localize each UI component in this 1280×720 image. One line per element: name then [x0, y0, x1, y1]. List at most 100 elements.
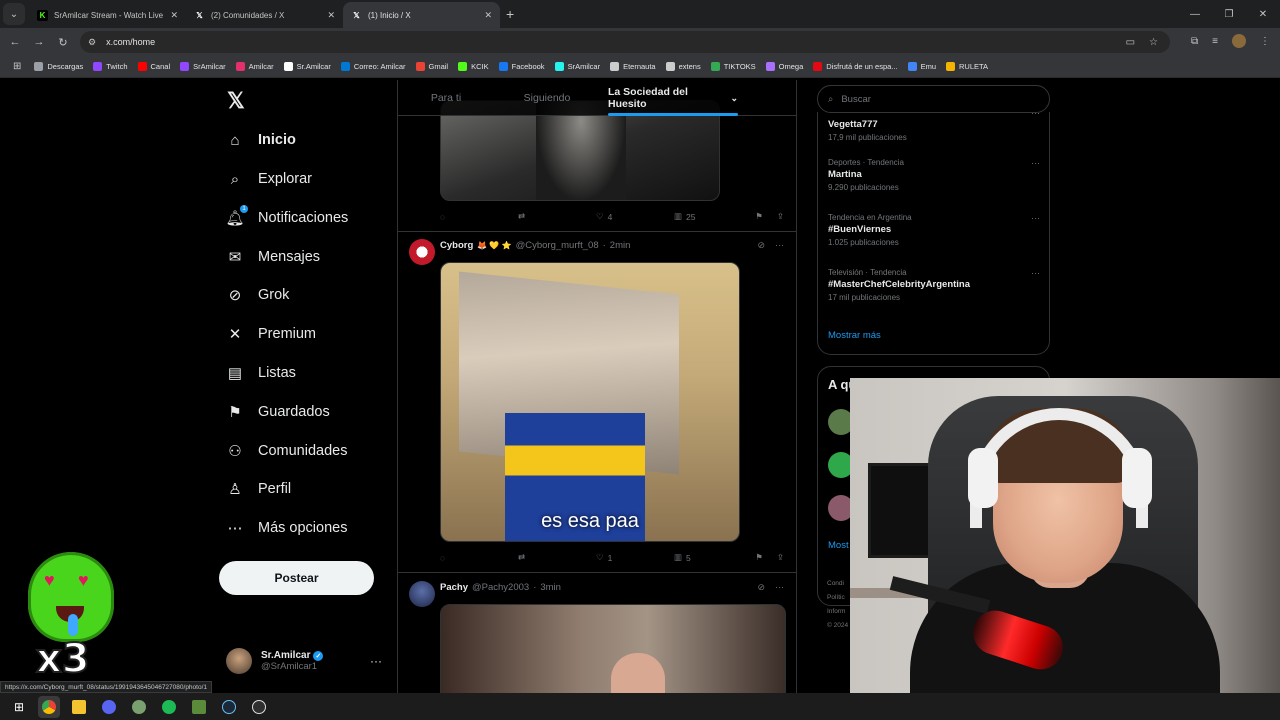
show-more-link[interactable]: Mostrar más [828, 330, 881, 341]
footer-link[interactable]: Condi [827, 577, 848, 591]
chrome-taskbar-icon[interactable] [38, 695, 60, 718]
tab-siguiendo[interactable]: Siguiendo [494, 80, 600, 116]
nav-item-explorar[interactable]: ⌕ Explorar [226, 167, 312, 191]
trend-more-icon[interactable]: ··· [1031, 268, 1040, 278]
tweet-image[interactable]: es esa paa [440, 262, 740, 542]
tweet-handle[interactable]: @Cyborg_murft_08 [516, 240, 599, 251]
browser-menu-icon[interactable]: ⋮ [1260, 36, 1270, 47]
tweet-handle[interactable]: @Pachy2003 [472, 582, 529, 593]
footer-link[interactable]: Polític [827, 591, 848, 605]
bookmark-item[interactable]: Eternauta [605, 62, 661, 71]
bookmark-item[interactable]: Sr.Amilcar [279, 62, 336, 71]
bookmark-item[interactable]: Canal [133, 62, 176, 71]
nav-item-inicio[interactable]: ⌂ Inicio [226, 128, 295, 152]
reply-button[interactable]: ◌ [440, 553, 518, 563]
like-button[interactable]: ♡ 1 [596, 552, 674, 563]
bookmark-item[interactable]: Gmail [411, 62, 454, 71]
like-button[interactable]: ♡ 4 [596, 211, 674, 222]
browser-tab[interactable]: 𝕏 (2) Comunidades / X ✕ [186, 2, 343, 28]
who-show-more-link[interactable]: Most [828, 540, 849, 551]
grok-icon[interactable]: ⊘ [757, 240, 765, 251]
windows-start-icon[interactable]: ⊞ [8, 696, 30, 718]
trend-item[interactable]: Deportes · Tendencia Martina 9.290 publi… [828, 158, 1040, 192]
bookmark-star-icon[interactable]: ☆ [1149, 37, 1158, 48]
bookmark-item[interactable]: SrAmilcar [175, 62, 231, 71]
grok-icon[interactable]: ⊘ [757, 582, 765, 593]
trend-item[interactable]: Tendencia en Argentina #BuenViernes 1.02… [828, 213, 1040, 247]
tweet-avatar[interactable] [409, 239, 435, 265]
bookmark-item[interactable]: extens [661, 62, 706, 71]
media-control-icon[interactable]: ≡ [1212, 36, 1218, 47]
post-button[interactable]: Postear [219, 561, 374, 595]
x-logo-icon[interactable]: 𝕏 [227, 88, 245, 114]
steam-taskbar-icon[interactable] [218, 696, 240, 718]
nav-item-mas-opciones[interactable]: ⋯ Más opciones [226, 516, 348, 540]
profile-avatar[interactable] [1232, 34, 1246, 48]
tweet-author[interactable]: Cyborg [440, 240, 473, 251]
nav-item-mensajes[interactable]: ✉ Mensajes [226, 245, 320, 269]
url-bar[interactable]: ⚙ x.com/home ▭ ☆ [80, 31, 1170, 53]
close-tab-icon[interactable]: ✕ [170, 10, 178, 21]
obs-taskbar-icon[interactable] [248, 696, 270, 718]
more-icon[interactable]: ··· [775, 582, 784, 593]
tweet-time[interactable]: 3min [540, 582, 561, 593]
share-icon[interactable]: ⇪ [777, 211, 784, 222]
nav-item-comunidades[interactable]: ⚇ Comunidades [226, 439, 347, 463]
bookmark-icon[interactable]: ⚑ [755, 211, 763, 222]
more-icon[interactable]: ··· [775, 240, 784, 251]
close-tab-icon[interactable]: ✕ [484, 10, 492, 21]
site-info-icon[interactable]: ⚙ [88, 37, 96, 48]
tab-para-ti[interactable]: Para ti [398, 80, 494, 116]
bookmark-item[interactable]: Correo: Amilcar [336, 62, 411, 71]
bookmark-item[interactable]: Amilcar [231, 62, 279, 71]
trend-more-icon[interactable]: ··· [1031, 158, 1040, 168]
nav-item-perfil[interactable]: ♙ Perfil [226, 477, 291, 501]
forward-button[interactable]: → [27, 36, 51, 48]
repost-button[interactable]: ⇄ [518, 552, 596, 563]
back-button[interactable]: ← [3, 36, 27, 48]
tab-search-button[interactable]: ⌄ [3, 3, 25, 25]
browser-tab[interactable]: 𝕏 (1) Inicio / X ✕ [343, 2, 500, 28]
close-window-button[interactable]: ✕ [1246, 0, 1280, 28]
close-tab-icon[interactable]: ✕ [327, 10, 335, 21]
repost-button[interactable]: ⇄ [518, 211, 596, 222]
bookmark-item[interactable]: Twitch [88, 62, 132, 71]
tweet-author[interactable]: Pachy [440, 582, 468, 593]
tweet-avatar[interactable] [409, 581, 435, 607]
bookmark-item[interactable]: KCIK [453, 62, 494, 71]
tweet-time[interactable]: 2min [610, 240, 631, 251]
footer-link[interactable]: Inform [827, 605, 848, 619]
reply-button[interactable]: ◌ [440, 212, 518, 222]
bookmark-item[interactable]: Descargas [29, 62, 88, 71]
views-button[interactable]: ▥ 5 [674, 552, 752, 563]
nav-item-premium[interactable]: ✕ Premium [226, 322, 316, 346]
bookmark-item[interactable]: SrAmilcar [550, 62, 606, 71]
reload-button[interactable]: ↻ [51, 36, 75, 49]
bookmark-item[interactable]: Facebook [494, 62, 550, 71]
tweet-image[interactable] [440, 604, 786, 693]
bookmark-icon[interactable]: ⚑ [755, 552, 763, 563]
cast-icon[interactable]: ▭ [1126, 37, 1135, 48]
bookmark-item[interactable]: Disfrutá de un espa... [808, 62, 902, 71]
spotify-taskbar-icon[interactable] [158, 696, 180, 718]
explorer-taskbar-icon[interactable] [68, 696, 90, 718]
nav-item-notificaciones[interactable]: 🔔︎ 1 Notificaciones [225, 205, 348, 230]
trend-item[interactable]: Televisión · Tendencia #MasterChefCelebr… [828, 268, 1040, 302]
bookmark-item[interactable]: Emu [903, 62, 941, 71]
nav-item-listas[interactable]: ▤ Listas [226, 361, 296, 385]
trend-item[interactable]: Tendencia Vegetta777 17,9 mil publicacio… [828, 108, 1040, 142]
minimize-button[interactable]: — [1178, 0, 1212, 28]
account-switcher[interactable]: Sr.Amilcar ✓ @SrAmilcar1 [226, 648, 324, 674]
extensions-icon[interactable]: ⧉ [1191, 36, 1198, 47]
restore-button[interactable]: ❐ [1212, 0, 1246, 28]
discord-taskbar-icon[interactable] [98, 696, 120, 718]
nav-item-guardados[interactable]: ⚑ Guardados [226, 400, 329, 424]
share-icon[interactable]: ⇪ [777, 552, 784, 563]
trend-more-icon[interactable]: ··· [1031, 213, 1040, 223]
nav-item-grok[interactable]: ⊘ Grok [226, 283, 290, 307]
account-more-icon[interactable]: ··· [370, 654, 382, 668]
trend-more-icon[interactable]: ··· [1031, 108, 1040, 118]
browser-tab[interactable]: K SrAmilcar Stream - Watch Live o ✕ [29, 2, 186, 28]
apps-icon[interactable]: ⊞ [8, 61, 29, 72]
tab-community[interactable]: La Sociedad del Huesito ⌄ [608, 80, 738, 116]
